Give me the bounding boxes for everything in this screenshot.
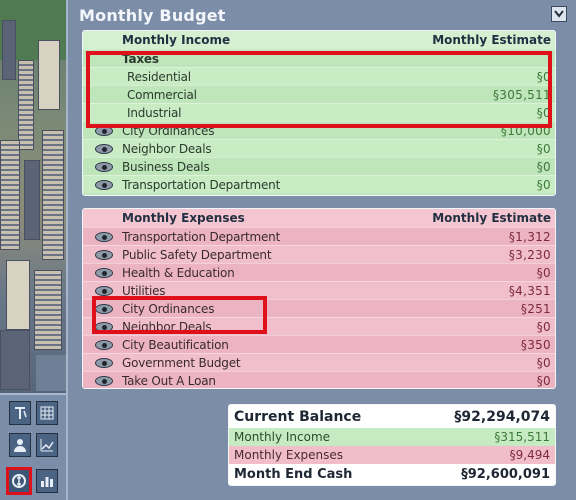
eye-icon[interactable] [95, 126, 113, 136]
expense-row-government-budget[interactable]: Government Budget §0 [83, 353, 555, 371]
eye-icon[interactable] [95, 322, 113, 332]
expense-row-take-out-loan[interactable]: Take Out A Loan §0 [83, 371, 555, 388]
page-title: Monthly Budget [79, 6, 226, 25]
eye-icon[interactable] [95, 162, 113, 172]
eye-icon[interactable] [95, 268, 113, 278]
monthly-expenses-row: Monthly Expenses §9,494 [229, 446, 555, 464]
eye-icon[interactable] [95, 358, 113, 368]
tool-palette [0, 393, 66, 500]
income-row-residential[interactable]: Residential §0 [83, 67, 555, 85]
expenses-header-label: Monthly Expenses [122, 211, 245, 225]
eye-icon[interactable] [95, 250, 113, 260]
budget-panel: Monthly Budget Monthly Income Monthly Es… [66, 0, 576, 500]
demolish-icon[interactable] [9, 401, 31, 425]
eye-icon[interactable] [95, 376, 113, 386]
eye-icon[interactable] [95, 340, 113, 350]
income-table: Monthly Income Monthly Estimate Taxes Re… [82, 30, 556, 196]
budget-icon[interactable] [6, 467, 32, 495]
income-row-business-deals[interactable]: Business Deals §0 [83, 157, 555, 175]
income-header-estimate: Monthly Estimate [432, 33, 551, 47]
chevron-down-icon [554, 7, 564, 21]
income-row-transportation[interactable]: Transportation Department §0 [83, 175, 555, 193]
income-row-industrial[interactable]: Industrial §0 [83, 103, 555, 121]
eye-icon[interactable] [95, 286, 113, 296]
expense-row-utilities[interactable]: Utilities §4,351 [83, 281, 555, 299]
eye-icon[interactable] [95, 304, 113, 314]
advisor-icon[interactable] [9, 433, 31, 457]
expenses-header-estimate: Monthly Estimate [432, 211, 551, 225]
monthly-income-row: Monthly Income §315,511 [229, 428, 555, 446]
income-row-commercial[interactable]: Commercial §305,511 [83, 85, 555, 103]
eye-icon[interactable] [95, 144, 113, 154]
eye-icon[interactable] [95, 180, 113, 190]
current-balance-row: Current Balance §92,294,074 [229, 405, 555, 428]
expense-row-health-education[interactable]: Health & Education §0 [83, 263, 555, 281]
expense-row-transportation[interactable]: Transportation Department §1,312 [83, 227, 555, 245]
eye-icon[interactable] [95, 232, 113, 242]
income-header: Monthly Income Monthly Estimate [83, 31, 555, 49]
chart-icon[interactable] [36, 469, 58, 493]
collapse-button[interactable] [551, 6, 567, 22]
month-end-cash-row: Month End Cash §92,600,091 [229, 464, 555, 485]
city-view[interactable] [0, 0, 66, 393]
graph-icon[interactable] [36, 433, 58, 457]
income-row-city-ordinances[interactable]: City Ordinances §10,000 [83, 121, 555, 139]
expense-row-city-ordinances[interactable]: City Ordinances §251 [83, 299, 555, 317]
expenses-header: Monthly Expenses Monthly Estimate [83, 209, 555, 227]
income-header-label: Monthly Income [122, 33, 231, 47]
expense-row-neighbor-deals[interactable]: Neighbor Deals §0 [83, 317, 555, 335]
expense-row-city-beautification[interactable]: City Beautification §350 [83, 335, 555, 353]
expenses-table: Monthly Expenses Monthly Estimate Transp… [82, 208, 556, 389]
income-row-neighbor-deals[interactable]: Neighbor Deals §0 [83, 139, 555, 157]
zone-grid-icon[interactable] [36, 401, 58, 425]
income-row-taxes[interactable]: Taxes [83, 49, 555, 67]
totals-panel: Current Balance §92,294,074 Monthly Inco… [228, 404, 556, 486]
expense-row-public-safety[interactable]: Public Safety Department §3,230 [83, 245, 555, 263]
